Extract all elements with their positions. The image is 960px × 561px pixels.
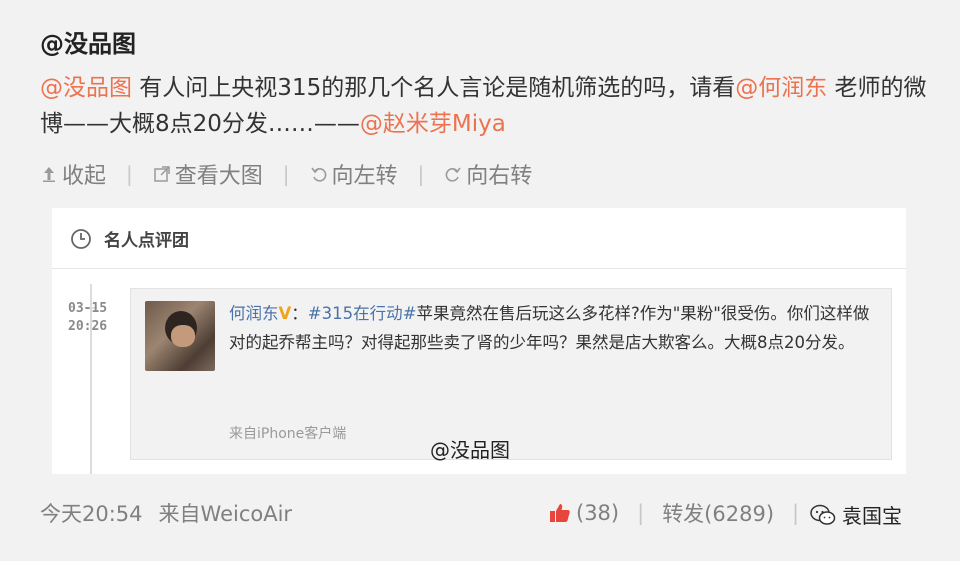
tweet-author: 何润东 (229, 304, 279, 323)
repost-button[interactable]: 转发(6289) (662, 498, 774, 528)
post-author[interactable]: @没品图 (40, 24, 136, 59)
collapse-label: 收起 (62, 164, 107, 189)
like-count: (38) (576, 501, 620, 525)
collapse-button[interactable]: 收起 (40, 158, 106, 190)
rotate-left-button[interactable]: 向左转 (310, 158, 398, 190)
post-text: @没品图 有人问上央视315的那几个名人言论是随机筛选的吗，请看@何润东 老师的… (40, 70, 930, 142)
separator: | (792, 501, 800, 525)
card-header: 名人点评团 (70, 226, 189, 251)
rotate-left-label: 向左转 (331, 164, 398, 189)
image-actions: 收起 | 查看大图 | 向左转 | 向右转 (40, 158, 532, 190)
verified-badge: V (278, 304, 292, 323)
wechat-watermark: 袁国宝 (810, 500, 902, 529)
clock-icon (71, 228, 91, 249)
avatar (145, 301, 215, 371)
thumbs-up-icon (550, 504, 570, 522)
tweet-colon: ： (291, 304, 308, 323)
image-watermark: @没品图 (430, 438, 510, 462)
card-header-title: 名人点评团 (104, 231, 189, 251)
post-text-part1: 有人问上央视315的那几个名人言论是随机筛选的吗，请看 (132, 75, 736, 101)
rotate-right-icon (445, 167, 461, 182)
post-source[interactable]: 来自WeicoAir (159, 498, 293, 528)
separator: | (126, 162, 133, 186)
post-stats: (38) | 转发(6289) | (548, 498, 817, 528)
collapse-arrow-icon (43, 167, 55, 182)
view-large-button[interactable]: 查看大图 (153, 158, 263, 190)
external-link-icon (154, 166, 170, 182)
tweet-body: 何润东V：#315在行动#苹果竟然在售后玩这么多花样?作为"果粉"很受伤。你们这… (229, 299, 879, 357)
rotate-left-icon (310, 167, 326, 182)
tweet-hashtag: #315在行动# (307, 304, 417, 323)
wechat-watermark-text: 袁国宝 (842, 504, 902, 528)
timeline-date-day: 03-15 (68, 301, 108, 316)
post-time[interactable]: 今天20:54 (40, 498, 143, 528)
post-meta: 今天20:54 来自WeicoAir (40, 498, 292, 528)
card-divider (52, 268, 906, 269)
mention-link[interactable]: @赵米芽Miya (360, 111, 506, 137)
separator: | (637, 501, 645, 525)
quoted-tweet: 何润东V：#315在行动#苹果竟然在售后玩这么多花样?作为"果粉"很受伤。你们这… (130, 288, 892, 460)
mention-link[interactable]: @何润东 (735, 75, 827, 101)
like-button[interactable]: (38) (548, 501, 619, 525)
timeline-date: 03-15 20:26 (68, 300, 116, 336)
tweet-source: 来自iPhone客户端 (229, 426, 347, 442)
view-large-label: 查看大图 (174, 164, 263, 189)
separator: | (282, 162, 290, 186)
wechat-icon (810, 504, 836, 525)
timeline-date-time: 20:26 (68, 319, 108, 334)
rotate-right-label: 向右转 (466, 164, 533, 189)
avatar-face (171, 325, 195, 347)
mention-link[interactable]: @没品图 (40, 75, 132, 101)
separator: | (417, 162, 425, 186)
rotate-right-button[interactable]: 向右转 (444, 158, 532, 190)
